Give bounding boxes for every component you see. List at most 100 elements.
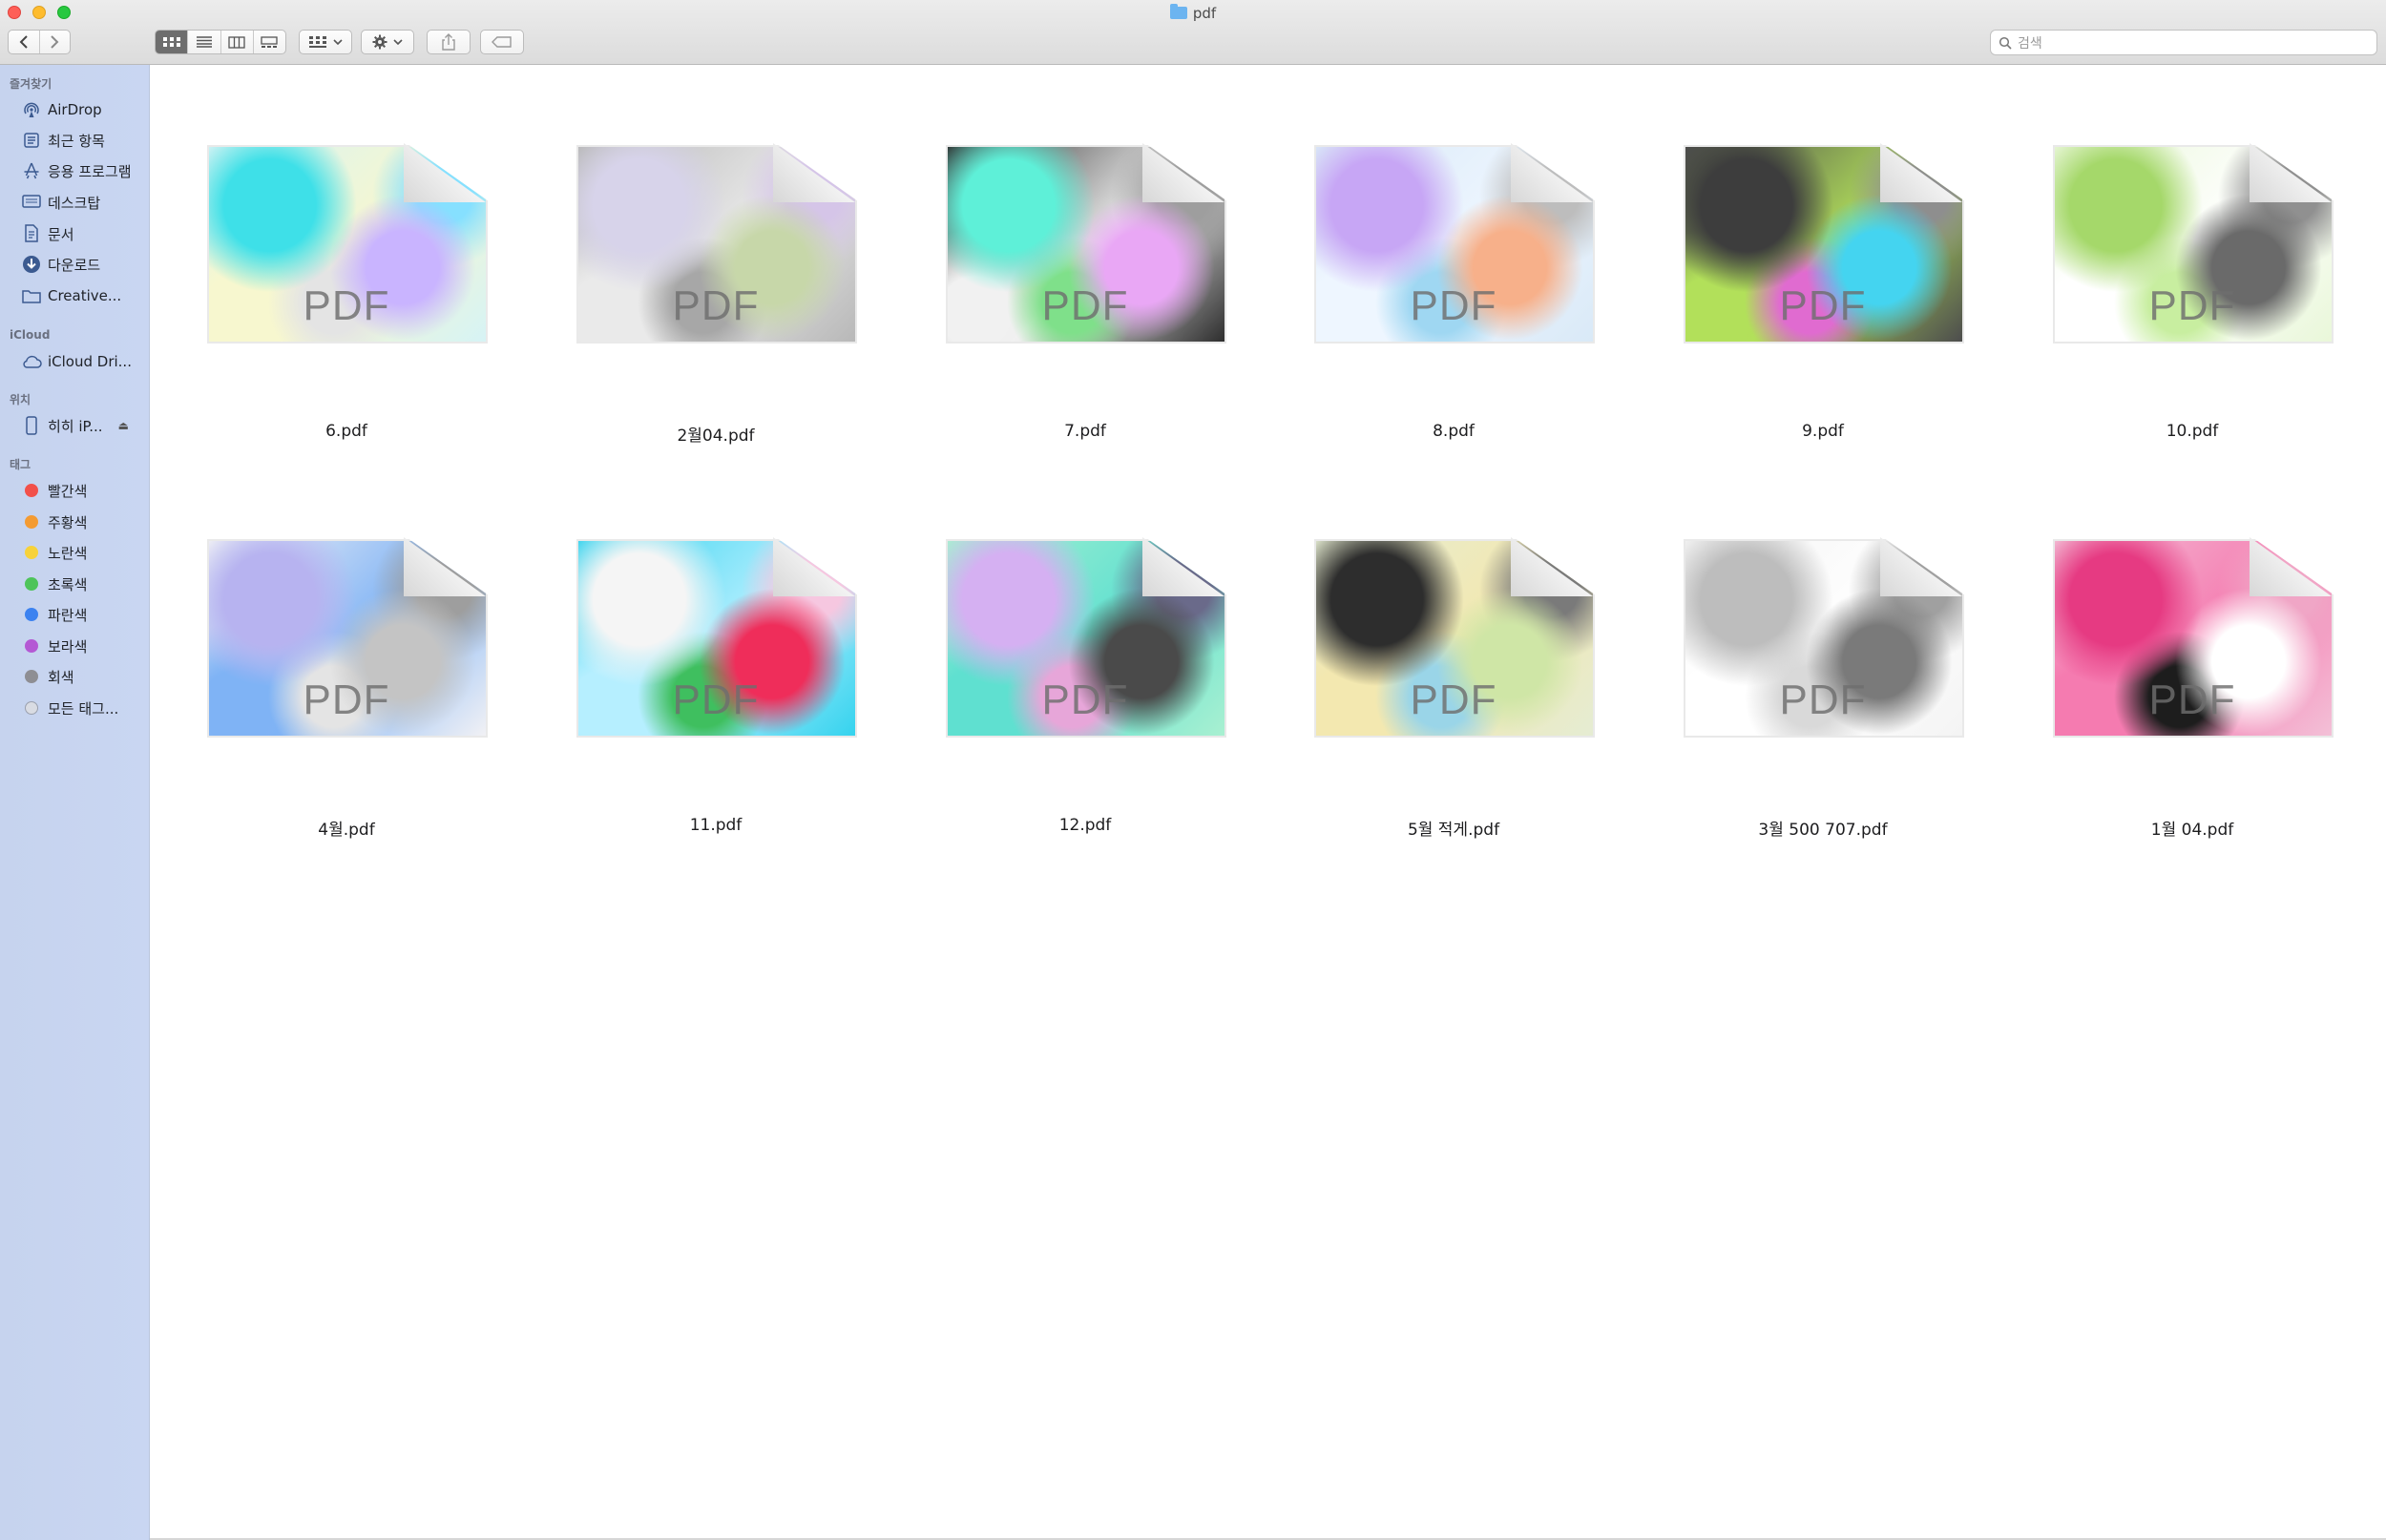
pdf-badge: PDF [1410, 282, 1497, 329]
sidebar-item-label: 데스크탑 [48, 194, 101, 212]
pdf-file-item[interactable]: PDF 12.pdf [942, 535, 1228, 835]
pdf-badge: PDF [1041, 676, 1129, 723]
file-name-label: 6.pdf [325, 422, 367, 441]
pdf-document-icon: PDF [203, 141, 490, 346]
sidebar-item-label: 회색 [48, 668, 74, 686]
sidebar-section-favorites: 즐겨찾기 [10, 77, 52, 91]
sidebar-tag-orange[interactable]: 주황색 [21, 509, 145, 535]
sidebar-tag-all[interactable]: 모든 태그... [21, 695, 145, 721]
share-button[interactable] [427, 30, 471, 54]
sidebar-item-airdrop[interactable]: AirDrop [21, 96, 145, 123]
gallery-view-button[interactable] [252, 31, 285, 53]
tag-color-dot [25, 546, 38, 559]
sidebar-item-label: 주황색 [48, 513, 88, 531]
chevron-right-icon [51, 35, 59, 49]
pdf-document-icon: PDF [1310, 535, 1597, 740]
forward-button[interactable] [38, 31, 71, 53]
sidebar-tag-purple[interactable]: 보라색 [21, 633, 145, 659]
sidebar-item-recents[interactable]: 최근 항목 [21, 127, 145, 154]
sidebar-item-iphone[interactable]: 히히 iP... ⏏ [21, 412, 145, 439]
pdf-file-item[interactable]: PDF 9.pdf [1680, 141, 1966, 441]
chevron-left-icon [19, 35, 28, 49]
sidebar-item-label: 최근 항목 [48, 132, 105, 150]
sidebar-item-label: iCloud Dri... [48, 353, 132, 370]
pdf-file-item[interactable]: PDF 3월 500 707.pdf [1680, 535, 1966, 840]
pdf-badge: PDF [672, 676, 760, 723]
folder-icon [1169, 4, 1187, 19]
sidebar-tag-gray[interactable]: 회색 [21, 663, 145, 690]
pdf-file-item[interactable]: PDF 5월 적게.pdf [1310, 535, 1597, 840]
downloads-icon [21, 254, 42, 275]
icon-view-icon [162, 37, 180, 47]
column-view-icon [228, 35, 245, 49]
sidebar-tag-green[interactable]: 초록색 [21, 571, 145, 597]
pdf-badge: PDF [1779, 676, 1867, 723]
recents-icon [21, 130, 42, 151]
icon-view-button[interactable] [156, 31, 188, 53]
search-field[interactable]: 검색 [1990, 30, 2377, 55]
tag-color-dot [25, 577, 38, 591]
sidebar-item-label: Creative... [48, 287, 122, 304]
sidebar-item-label: 문서 [48, 225, 74, 243]
sidebar-item-label: 보라색 [48, 637, 88, 656]
file-name-label: 1월 04.pdf [2150, 821, 2234, 840]
sidebar-item-label: 노란색 [48, 544, 88, 562]
pdf-document-icon: PDF [1680, 535, 1966, 740]
sidebar-tag-yellow[interactable]: 노란색 [21, 539, 145, 566]
list-view-button[interactable] [187, 31, 220, 53]
file-name-label: 5월 적게.pdf [1407, 821, 1500, 840]
pdf-document-icon: PDF [573, 141, 859, 346]
sidebar-item-label: 초록색 [48, 575, 88, 593]
tag-color-dot [25, 639, 38, 653]
gallery-view-icon [261, 35, 279, 48]
file-name-label: 7.pdf [1064, 422, 1106, 441]
pdf-file-item[interactable]: PDF 4월.pdf [203, 535, 490, 840]
sidebar-item-desktop[interactable]: 데스크탑 [21, 189, 145, 216]
pdf-badge: PDF [672, 282, 760, 329]
pdf-file-item[interactable]: PDF 1월 04.pdf [2049, 535, 2335, 840]
group-by-button[interactable] [299, 30, 352, 54]
sidebar-item-downloads[interactable]: 다운로드 [21, 251, 145, 278]
tag-color-dot [25, 515, 38, 529]
sidebar-item-documents[interactable]: 문서 [21, 220, 145, 247]
gear-icon [372, 34, 387, 50]
sidebar-item-label: 히히 iP... [48, 417, 103, 435]
sidebar-item-label: AirDrop [48, 101, 102, 118]
pdf-badge: PDF [303, 676, 390, 723]
file-name-label: 10.pdf [2166, 422, 2219, 441]
pdf-badge: PDF [2148, 282, 2236, 329]
file-icon-grid: PDF 6.pdf PDF 2월04.pdf PDF 7.pdf PDF 8.pdf PDF 9.… [150, 65, 2386, 1540]
eject-icon[interactable]: ⏏ [118, 419, 129, 432]
pdf-file-item[interactable]: PDF 7.pdf [942, 141, 1228, 441]
pdf-badge: PDF [2148, 676, 2236, 723]
pdf-file-item[interactable]: PDF 11.pdf [573, 535, 859, 835]
pdf-badge: PDF [1041, 282, 1129, 329]
sidebar-item-label: 빨간색 [48, 482, 88, 500]
pdf-document-icon: PDF [942, 535, 1228, 740]
action-menu-button[interactable] [361, 30, 414, 54]
sidebar-tag-red[interactable]: 빨간색 [21, 477, 145, 504]
sidebar-item-icloud-drive[interactable]: iCloud Dri... [21, 348, 145, 375]
pdf-file-item[interactable]: PDF 8.pdf [1310, 141, 1597, 441]
sidebar-tag-blue[interactable]: 파란색 [21, 601, 145, 628]
tag-button[interactable] [480, 30, 524, 54]
pdf-file-item[interactable]: PDF 6.pdf [203, 141, 490, 441]
sidebar-item-label: 응용 프로그램 [48, 162, 132, 180]
file-name-label: 4월.pdf [318, 821, 375, 840]
sidebar-item-applications[interactable]: 응용 프로그램 [21, 157, 145, 184]
pdf-file-item[interactable]: PDF 2월04.pdf [573, 141, 859, 446]
tag-color-dot [25, 484, 38, 497]
sidebar: 즐겨찾기 AirDrop 최근 항목 응용 프로그램 데스크탑 문서 다운로드 [0, 65, 150, 1540]
pdf-file-item[interactable]: PDF 10.pdf [2049, 141, 2335, 441]
pdf-badge: PDF [1779, 282, 1867, 329]
file-name-label: 3월 500 707.pdf [1758, 821, 1888, 840]
cloud-icon [21, 351, 42, 372]
share-icon [442, 33, 455, 51]
column-view-button[interactable] [220, 31, 253, 53]
pdf-document-icon: PDF [1680, 141, 1966, 346]
sidebar-item-creative[interactable]: Creative... [21, 282, 145, 309]
view-mode-buttons [155, 30, 286, 54]
pdf-document-icon: PDF [2049, 535, 2335, 740]
back-button[interactable] [9, 31, 39, 53]
tag-color-dot [25, 670, 38, 683]
